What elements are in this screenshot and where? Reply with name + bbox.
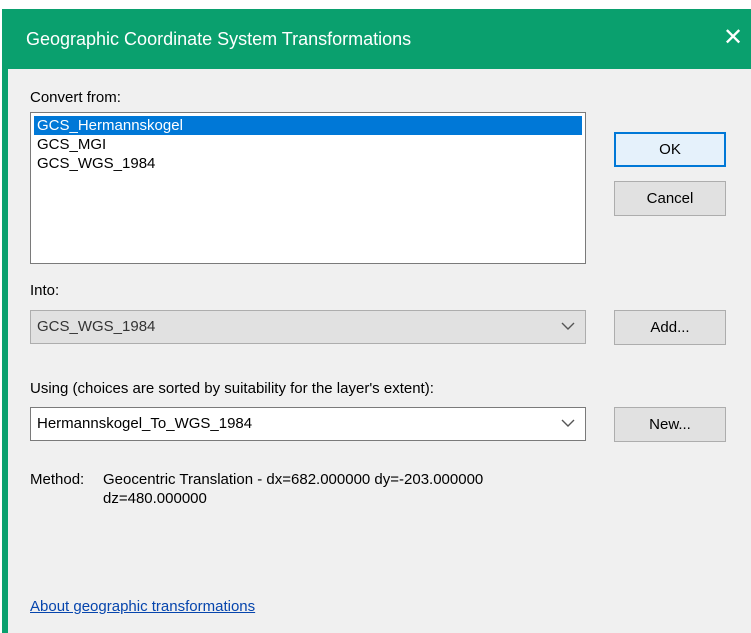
method-label: Method: (30, 471, 85, 488)
close-icon[interactable]: ✕ (719, 23, 747, 53)
list-item[interactable]: GCS_MGI (34, 135, 582, 154)
into-value: GCS_WGS_1984 (37, 318, 156, 335)
method-line-2: dz=480.000000 (103, 490, 207, 507)
chevron-down-icon[interactable] (561, 311, 575, 343)
convert-from-listbox[interactable]: GCS_Hermannskogel GCS_MGI GCS_WGS_1984 (30, 112, 586, 264)
list-item[interactable]: GCS_WGS_1984 (34, 154, 582, 173)
title-bar[interactable]: Geographic Coordinate System Transformat… (2, 9, 751, 69)
add-button[interactable]: Add... (614, 310, 726, 345)
list-item[interactable]: GCS_Hermannskogel (34, 116, 582, 135)
using-value: Hermannskogel_To_WGS_1984 (37, 415, 253, 432)
into-combobox[interactable]: GCS_WGS_1984 (30, 310, 586, 344)
into-label: Into: (30, 282, 60, 299)
dialog-window: Geographic Coordinate System Transformat… (2, 9, 751, 633)
chevron-down-icon[interactable] (561, 408, 575, 440)
dialog-title: Geographic Coordinate System Transformat… (26, 29, 412, 49)
about-transformations-link[interactable]: About geographic transformations (30, 598, 255, 615)
method-line-1: Geocentric Translation - dx=682.000000 d… (103, 471, 484, 488)
convert-from-label: Convert from: (30, 89, 121, 106)
new-button[interactable]: New... (614, 407, 726, 442)
using-combobox[interactable]: Hermannskogel_To_WGS_1984 (30, 407, 586, 441)
using-label: Using (choices are sorted by suitability… (30, 380, 434, 397)
ok-button[interactable]: OK (614, 132, 726, 167)
cancel-button[interactable]: Cancel (614, 181, 726, 216)
